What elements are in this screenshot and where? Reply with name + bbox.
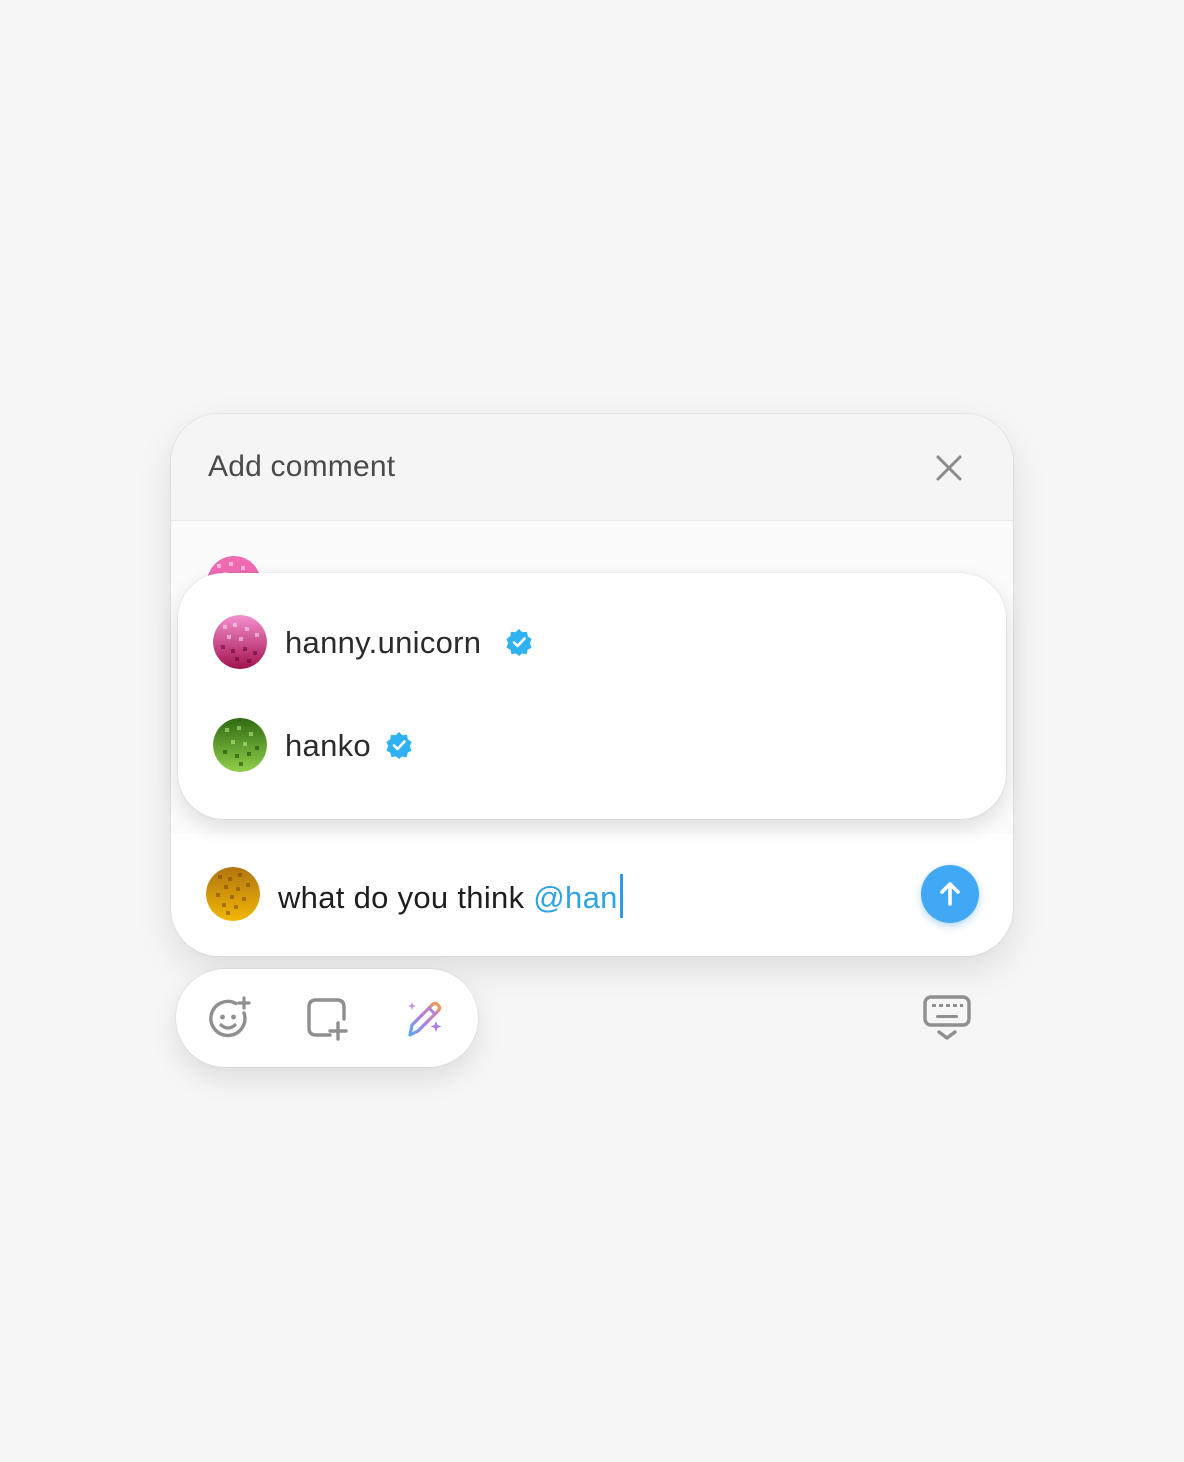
avatar xyxy=(213,718,267,772)
ai-magic-button[interactable] xyxy=(402,995,448,1041)
emoji-add-button[interactable] xyxy=(206,995,252,1041)
keyboard-hide-button[interactable] xyxy=(920,992,974,1044)
verified-badge-icon xyxy=(385,731,413,764)
emoji-add-icon xyxy=(209,996,251,1038)
dialog-header: Add comment xyxy=(171,414,1013,521)
ai-magic-pen-icon xyxy=(408,1001,442,1037)
composer-toolbar xyxy=(176,969,478,1067)
comment-composer: what do you think @han xyxy=(171,834,1013,956)
add-media-icon xyxy=(307,998,348,1041)
comment-text: what do you think xyxy=(278,880,534,915)
add-media-button[interactable] xyxy=(304,995,350,1041)
keyboard-hide-icon xyxy=(923,995,971,1040)
avatar xyxy=(213,615,267,669)
text-caret xyxy=(619,874,623,918)
close-icon xyxy=(936,455,962,481)
page: Add comment what do you think @han hanny… xyxy=(0,0,1184,1462)
suggestion-username: hanko xyxy=(285,728,371,763)
comment-input[interactable]: what do you think @han xyxy=(278,874,623,918)
arrow-up-icon xyxy=(940,882,960,906)
user-avatar xyxy=(206,867,260,921)
dialog-title: Add comment xyxy=(208,450,396,483)
close-button[interactable] xyxy=(929,448,969,488)
mention-suggestions: hanny.unicorn hanko xyxy=(178,573,1006,819)
suggestion-item[interactable]: hanko xyxy=(178,696,1006,796)
suggestion-username: hanny.unicorn xyxy=(285,625,482,660)
suggestion-item[interactable]: hanny.unicorn xyxy=(178,593,1006,693)
mention-text: @han xyxy=(533,880,618,915)
send-button[interactable] xyxy=(921,865,979,923)
verified-badge-icon xyxy=(505,628,533,661)
